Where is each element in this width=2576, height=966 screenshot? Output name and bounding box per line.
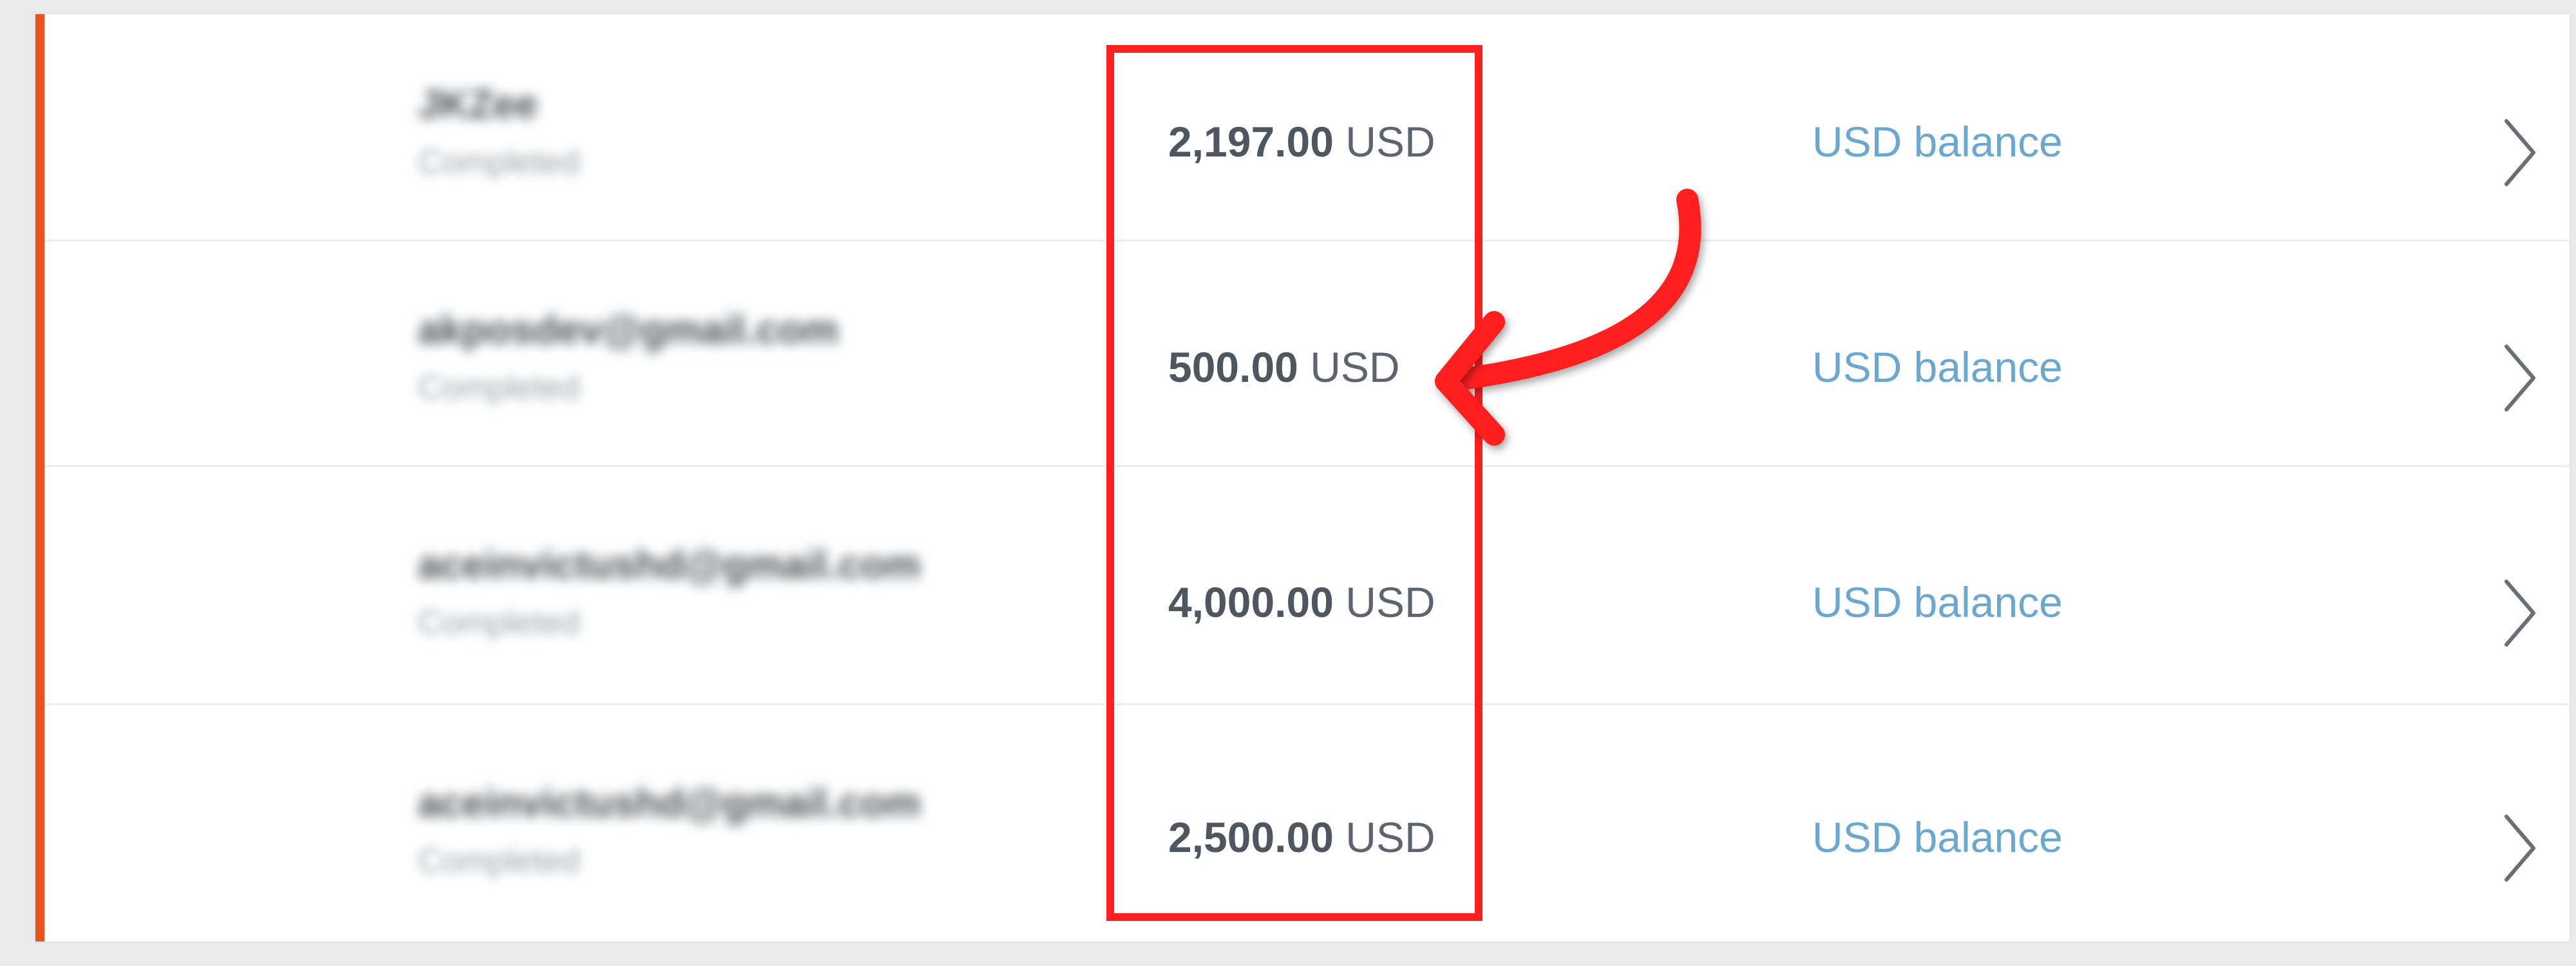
amount-currency: USD <box>1345 813 1435 861</box>
transaction-status: Completed <box>418 369 580 406</box>
transaction-row[interactable]: JKZee Completed 2,197.00 USD USD balance <box>44 14 2570 242</box>
funding-source-link[interactable]: USD balance <box>1812 343 2063 392</box>
amount-value: 2,500.00 <box>1168 813 1334 861</box>
chevron-right-icon[interactable] <box>2501 117 2540 188</box>
transaction-amount: 2,197.00 USD <box>1168 117 1435 166</box>
chevron-right-icon[interactable] <box>2501 343 2540 413</box>
screenshot-stage: JKZee Completed 2,197.00 USD USD balance… <box>0 0 2576 966</box>
transaction-list: JKZee Completed 2,197.00 USD USD balance… <box>35 14 2570 942</box>
transaction-status: Completed <box>418 604 580 641</box>
chevron-right-icon[interactable] <box>2501 813 2540 884</box>
recipient-name: aceinvictushd@gmail.com <box>418 781 921 826</box>
transaction-row[interactable]: aceinvictushd@gmail.com Completed 4,000.… <box>44 478 2570 705</box>
recipient-name: aceinvictushd@gmail.com <box>418 543 921 587</box>
transaction-amount: 4,000.00 USD <box>1168 578 1435 627</box>
transaction-row[interactable]: aceinvictushd@gmail.com Completed 2,500.… <box>44 716 2570 942</box>
amount-value: 500.00 <box>1168 343 1298 391</box>
amount-currency: USD <box>1345 578 1435 626</box>
amount-value: 2,197.00 <box>1168 118 1334 166</box>
transaction-amount: 2,500.00 USD <box>1168 813 1435 862</box>
transaction-status: Completed <box>418 144 580 181</box>
amount-currency: USD <box>1345 118 1435 166</box>
amount-currency: USD <box>1310 343 1400 391</box>
transaction-row[interactable]: akposdev@gmail.com Completed 500.00 USD … <box>44 240 2570 467</box>
recipient-name: JKZee <box>418 82 538 127</box>
chevron-right-icon[interactable] <box>2501 578 2540 649</box>
transaction-status: Completed <box>418 842 580 880</box>
accent-bar <box>35 14 44 942</box>
funding-source-link[interactable]: USD balance <box>1812 117 2063 166</box>
amount-value: 4,000.00 <box>1168 578 1334 626</box>
recipient-name: akposdev@gmail.com <box>418 308 839 352</box>
funding-source-link[interactable]: USD balance <box>1812 578 2063 627</box>
transaction-amount: 500.00 USD <box>1168 343 1400 392</box>
funding-source-link[interactable]: USD balance <box>1812 813 2063 862</box>
